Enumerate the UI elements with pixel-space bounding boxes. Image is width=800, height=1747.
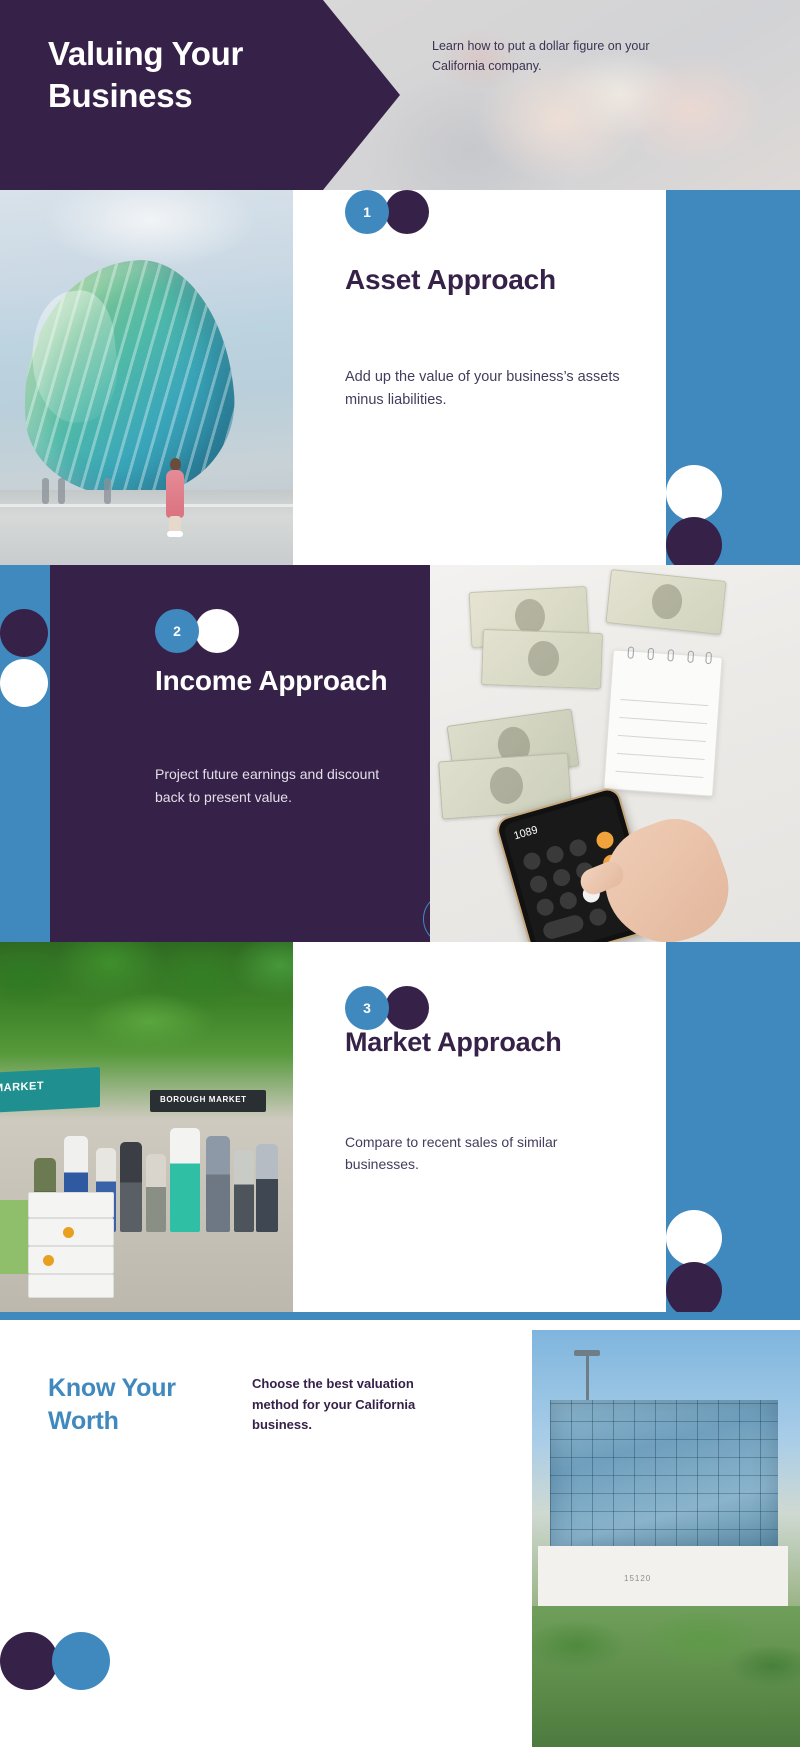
shopper <box>234 1150 254 1232</box>
spiral-binding <box>647 647 655 661</box>
decorative-purple-dot <box>385 190 429 234</box>
section-2-badges: 2 <box>155 565 465 653</box>
decorative-blue-circle <box>52 1632 110 1690</box>
background-person <box>58 478 65 504</box>
calc-key-zero <box>541 913 586 941</box>
section-3-content: 3 Market Approach Compare to recent sale… <box>345 942 665 1172</box>
person-dress <box>166 470 184 518</box>
shopper <box>256 1144 278 1232</box>
section-1-body: Add up the value of your business’s asse… <box>345 369 620 408</box>
dollar-bill <box>481 628 603 690</box>
section-3-body: Compare to recent sales of similar busin… <box>345 1134 558 1173</box>
calc-key <box>521 850 543 872</box>
calc-key <box>544 843 566 865</box>
spiral-binding <box>705 651 713 665</box>
decorative-white-dot <box>195 609 239 653</box>
person-shoes <box>167 531 183 537</box>
building-base: 15120 <box>538 1546 788 1612</box>
spiral-binding <box>667 649 675 662</box>
decorative-white-circle <box>666 465 722 521</box>
bee-icon <box>43 1255 54 1266</box>
section-3-photo: MARKET BOROUGH MARKET <box>0 942 293 1312</box>
header-banner: Valuing Your Business Learn how to put a… <box>0 0 800 190</box>
calc-key <box>567 837 589 859</box>
shopper <box>146 1154 166 1232</box>
section-1-badges: 1 <box>345 190 665 234</box>
awning-label: MARKET <box>0 1079 45 1095</box>
landscaping <box>532 1606 800 1747</box>
section-asset-approach: 1 Asset Approach Add up the value of you… <box>0 190 800 573</box>
stall-crate <box>28 1192 114 1218</box>
footer-heading: Know Your Worth <box>48 1374 176 1435</box>
spiral-binding <box>687 650 695 663</box>
shopper <box>120 1142 142 1232</box>
bill-portrait <box>488 765 525 805</box>
section-3-badges: 3 <box>345 942 665 1030</box>
decorative-blue-circle <box>0 565 48 613</box>
page-title: Valuing Your Business <box>48 35 244 114</box>
calc-key <box>557 890 579 912</box>
market-stall <box>0 1184 120 1312</box>
decorative-white-circle <box>0 659 48 707</box>
tree-canopy <box>0 942 293 1076</box>
notepad-rule <box>620 698 709 707</box>
decorative-purple-circle <box>0 1632 58 1690</box>
calc-key <box>534 896 556 918</box>
stall-crate <box>28 1218 114 1246</box>
stall-crate <box>28 1274 114 1298</box>
calc-key-operator <box>594 829 616 851</box>
dollar-bill <box>605 569 727 635</box>
decorative-purple-circle <box>666 1262 722 1318</box>
bee-icon <box>63 1227 74 1238</box>
section-3-title: Market Approach <box>345 1027 562 1057</box>
market-sign-label: BOROUGH MARKET <box>160 1095 247 1104</box>
section-income-approach: 2 Income Approach Project future earning… <box>0 565 800 945</box>
decorative-white-circle <box>666 1210 722 1266</box>
section-1-content: 1 Asset Approach Add up the value of you… <box>345 190 665 565</box>
shopper <box>206 1136 230 1232</box>
page-subtitle: Learn how to put a dollar figure on your… <box>432 39 650 74</box>
building-sign: 15120 <box>624 1574 652 1583</box>
calc-key <box>528 873 550 895</box>
decorative-purple-circle <box>0 609 48 657</box>
infographic-page: Valuing Your Business Learn how to put a… <box>0 0 800 1747</box>
footer-photo: 15120 <box>532 1330 800 1747</box>
stall-crate <box>28 1246 114 1274</box>
calculator-display: 1089 <box>512 824 540 843</box>
step-number-badge: 1 <box>345 190 389 234</box>
office-building-facade <box>550 1400 778 1548</box>
section-2-photo: 1089 <box>430 565 800 942</box>
market-sign: BOROUGH MARKET <box>150 1090 266 1112</box>
section-1-title: Asset Approach <box>345 264 556 295</box>
background-person <box>104 478 111 504</box>
footer-section: 15120 Know Your Worth Choose the best va… <box>0 1312 800 1747</box>
section-2-title: Income Approach <box>155 665 388 696</box>
bill-portrait <box>650 582 684 621</box>
calc-key <box>551 867 573 889</box>
notepad-rule <box>616 752 705 760</box>
spiral-notepad <box>603 646 723 797</box>
spiral-binding <box>627 646 635 659</box>
shopper <box>170 1128 200 1232</box>
section-2-purple-panel: 2 Income Approach Project future earning… <box>50 565 475 945</box>
market-awning: MARKET <box>0 1067 100 1113</box>
notepad-rule <box>619 716 708 725</box>
foreground-person <box>164 458 186 538</box>
notepad-rule <box>615 770 704 778</box>
notepad-rule <box>617 734 706 743</box>
step-number-badge: 2 <box>155 609 199 653</box>
footer-body: Choose the best valuation method for you… <box>252 1376 416 1433</box>
background-person <box>42 478 49 504</box>
calc-key <box>587 906 609 928</box>
footer-top-divider <box>0 1312 800 1320</box>
bill-portrait <box>527 640 560 677</box>
section-2-content: 2 Income Approach Project future earning… <box>155 565 465 805</box>
section-1-photo <box>0 190 293 565</box>
glass-building-shape <box>10 251 244 508</box>
section-2-body: Project future earnings and discount bac… <box>155 766 380 805</box>
